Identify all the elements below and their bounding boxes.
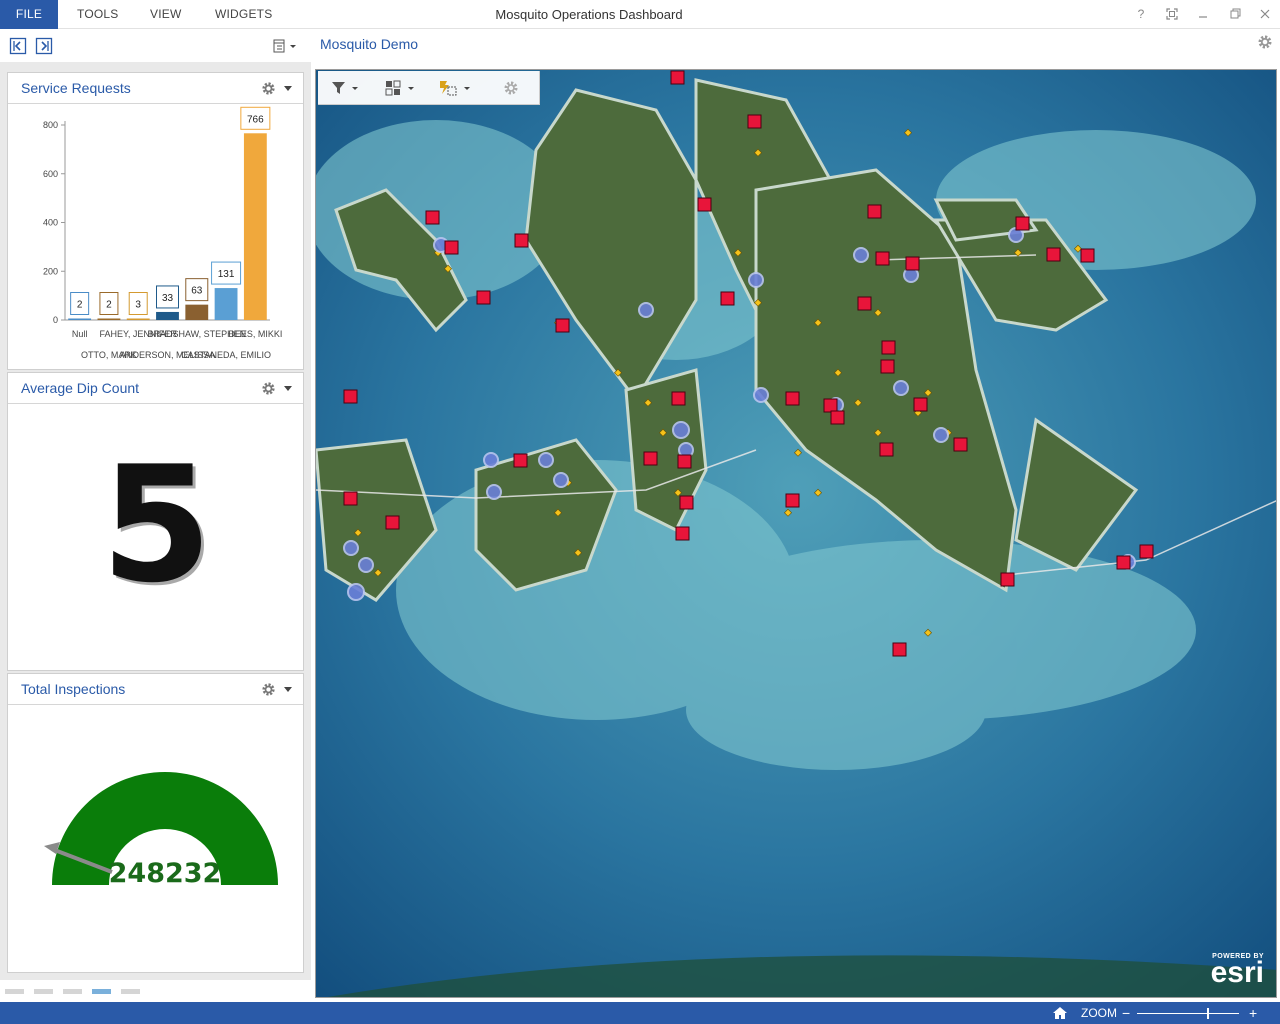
select-features-button[interactable] bbox=[438, 79, 474, 97]
data-label: 766 bbox=[247, 114, 264, 125]
data-label: 2 bbox=[106, 300, 112, 311]
map-view[interactable]: POWERED BY esri bbox=[315, 69, 1277, 998]
zoom-out-button[interactable]: − bbox=[1122, 1002, 1130, 1024]
grid-layers-icon bbox=[385, 80, 414, 96]
y-tick-label: 600 bbox=[43, 169, 58, 179]
data-label: 33 bbox=[162, 293, 174, 304]
home-icon[interactable] bbox=[1052, 1005, 1068, 1021]
bar bbox=[185, 304, 209, 320]
data-label: 3 bbox=[135, 300, 141, 311]
page-dot[interactable] bbox=[121, 989, 140, 994]
help-button[interactable]: ? bbox=[1130, 4, 1152, 24]
y-tick-label: 200 bbox=[43, 266, 58, 276]
dip-count-value: 5 bbox=[100, 431, 213, 618]
widget-panel: Service Requests 0 200 400 600 800 2 Null 2 OTTO… bbox=[0, 62, 311, 980]
gauge-value: 248232 bbox=[109, 858, 222, 889]
filter-button[interactable] bbox=[330, 79, 362, 97]
esri-wordmark: esri bbox=[1210, 956, 1264, 989]
fullscreen-button[interactable] bbox=[1161, 4, 1183, 24]
bar bbox=[243, 133, 267, 320]
panel-expand-icon bbox=[35, 37, 53, 55]
chevron-down-icon[interactable] bbox=[284, 86, 292, 91]
collapse-left-button[interactable] bbox=[9, 37, 27, 55]
zoom-slider-thumb[interactable] bbox=[1207, 1008, 1209, 1019]
esri-logo: POWERED BY esri bbox=[1210, 953, 1264, 989]
layers-button[interactable] bbox=[384, 79, 418, 97]
inspections-gauge: 248232 bbox=[44, 772, 278, 889]
gear-icon[interactable] bbox=[261, 81, 276, 96]
inspections-widget: Total Inspections 248232 bbox=[7, 673, 304, 973]
widget-header: Service Requests bbox=[8, 73, 303, 104]
restore-icon bbox=[1230, 8, 1240, 19]
dashboard-window: FILE TOOLS VIEW WIDGETS Mosquito Operati… bbox=[0, 0, 1280, 1024]
restore-button[interactable] bbox=[1224, 4, 1246, 24]
chevron-down-icon[interactable] bbox=[284, 386, 292, 391]
gear-icon[interactable] bbox=[1257, 34, 1273, 50]
page-dot[interactable] bbox=[34, 989, 53, 994]
x-tick-label: DEES, MIKKI bbox=[228, 329, 282, 339]
layout-menu-button[interactable] bbox=[273, 37, 299, 55]
bar bbox=[97, 318, 121, 320]
gear-icon bbox=[504, 81, 518, 95]
bar bbox=[68, 318, 92, 320]
expand-right-button[interactable] bbox=[35, 37, 53, 55]
menu-bar: FILE TOOLS VIEW WIDGETS Mosquito Operati… bbox=[0, 0, 1280, 29]
window-title: Mosquito Operations Dashboard bbox=[495, 7, 683, 22]
service-requests-widget: Service Requests 0 200 400 600 800 2 Null 2 OTTO… bbox=[7, 72, 304, 370]
layout-icon bbox=[273, 39, 296, 53]
close-button[interactable] bbox=[1254, 4, 1276, 24]
widget-title: Service Requests bbox=[21, 80, 131, 96]
zoom-slider[interactable] bbox=[1137, 1008, 1239, 1019]
y-tick-label: 400 bbox=[43, 218, 58, 228]
dip-count-widget: Average Dip Count 5 bbox=[7, 372, 304, 671]
y-tick-label: 800 bbox=[43, 120, 58, 130]
service-requests-chart: 02004006008002Null2OTTO, MARK3FAHEY, JEN… bbox=[43, 106, 282, 360]
widget-header: Average Dip Count bbox=[8, 373, 303, 404]
bar bbox=[214, 288, 238, 320]
select-features-icon bbox=[440, 81, 470, 96]
gear-icon[interactable] bbox=[261, 381, 276, 396]
bar bbox=[126, 318, 150, 320]
data-label: 63 bbox=[191, 286, 203, 297]
filter-icon bbox=[332, 82, 358, 94]
satellite-map[interactable] bbox=[316, 70, 1277, 998]
map-settings-button[interactable] bbox=[502, 79, 522, 97]
fullscreen-icon bbox=[1166, 8, 1178, 20]
zoom-label: ZOOM bbox=[1081, 1006, 1117, 1020]
bar bbox=[156, 311, 179, 320]
x-tick-label: CASTANEDA, EMILIO bbox=[181, 350, 271, 360]
close-icon bbox=[1260, 9, 1270, 19]
chevron-down-icon[interactable] bbox=[284, 687, 292, 692]
minimize-button[interactable] bbox=[1192, 4, 1214, 24]
widget-title: Total Inspections bbox=[21, 681, 126, 697]
map-toolbar bbox=[318, 71, 540, 105]
map-title: Mosquito Demo bbox=[320, 36, 419, 52]
page-dot[interactable] bbox=[5, 989, 24, 994]
page-dot-active[interactable] bbox=[92, 989, 111, 994]
status-bar: ZOOM − + bbox=[0, 1002, 1280, 1024]
page-indicator bbox=[0, 980, 311, 1002]
data-label: 2 bbox=[77, 300, 83, 311]
widget-toolbar bbox=[0, 30, 310, 62]
x-tick-label: Null bbox=[72, 329, 88, 339]
y-tick-label: 0 bbox=[53, 315, 58, 325]
map-header: Mosquito Demo bbox=[311, 30, 1280, 62]
page-dot[interactable] bbox=[63, 989, 82, 994]
widget-title: Average Dip Count bbox=[21, 380, 140, 396]
widget-header: Total Inspections bbox=[8, 674, 303, 705]
data-label: 131 bbox=[218, 269, 235, 280]
minimize-icon bbox=[1199, 16, 1207, 18]
zoom-in-button[interactable]: + bbox=[1249, 1002, 1257, 1024]
panel-collapse-icon bbox=[9, 37, 27, 55]
gear-icon[interactable] bbox=[261, 682, 276, 697]
